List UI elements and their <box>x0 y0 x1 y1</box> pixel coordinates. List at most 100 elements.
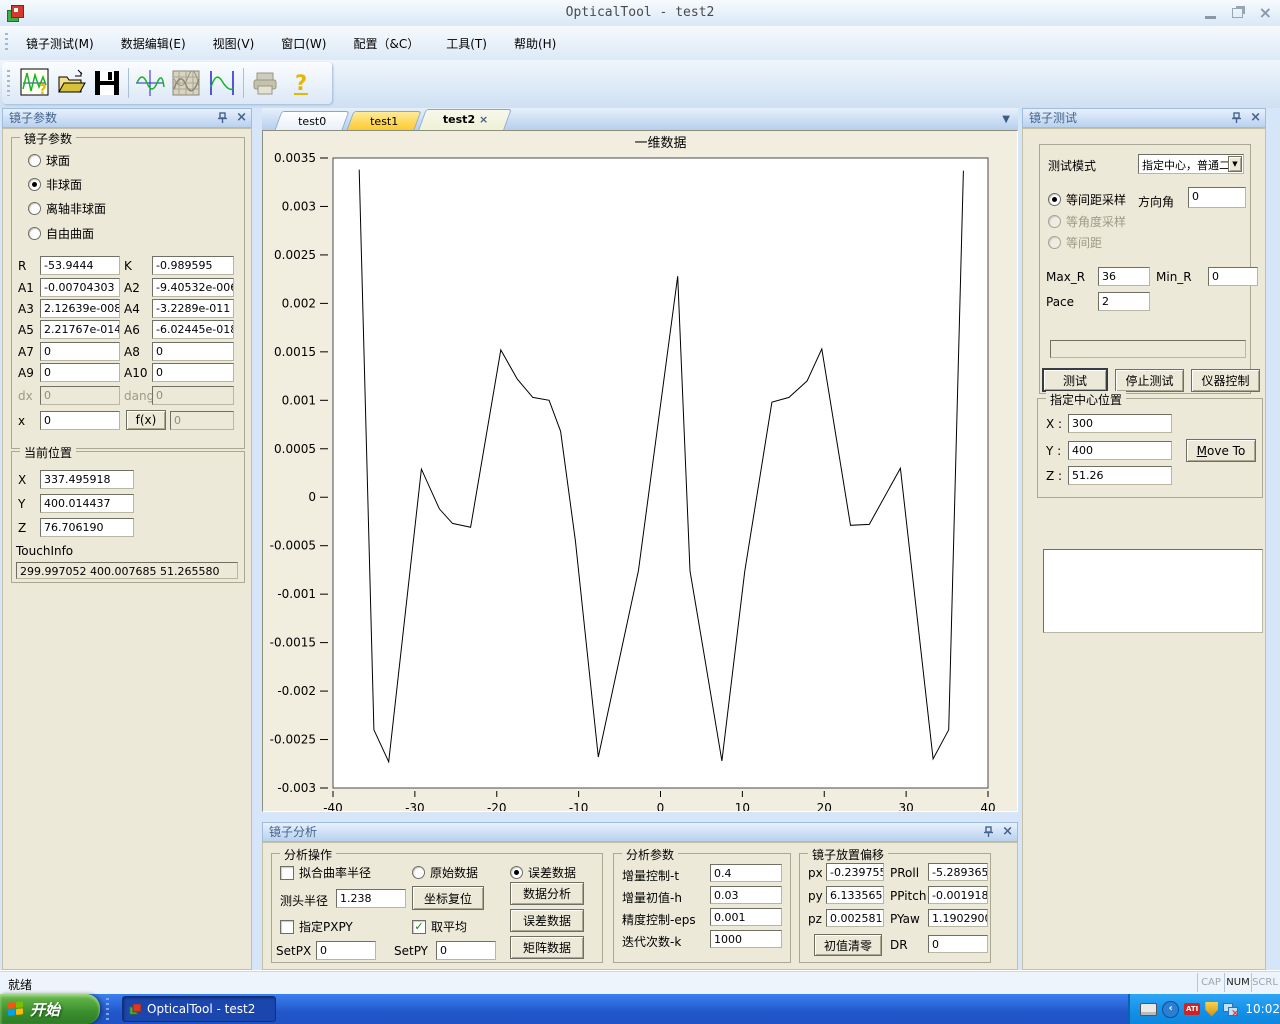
pyaw-field[interactable]: 1.19029009 <box>928 909 988 927</box>
matrix-data-button[interactable]: 矩阵数据 <box>510 936 584 959</box>
taskbar-grip[interactable] <box>106 998 109 1020</box>
param-field-A7[interactable]: 0 <box>40 342 120 361</box>
pace-field[interactable]: 2 <box>1098 292 1150 311</box>
param-field-A5[interactable]: 2.21767e-014 <box>40 320 120 339</box>
restore-button[interactable] <box>1232 8 1243 18</box>
menu-help[interactable]: 帮助(H) <box>503 32 567 55</box>
menu-view[interactable]: 视图(V) <box>202 32 266 55</box>
security-shield-icon[interactable] <box>1205 1002 1218 1017</box>
menu-config[interactable]: 配置（&C） <box>342 32 430 55</box>
sine-view-button[interactable] <box>204 65 240 101</box>
keyboard-icon[interactable] <box>1140 1003 1157 1016</box>
param-field-A4[interactable]: -3.2289e-011 <box>152 299 234 318</box>
menu-mirror-test[interactable]: 镜子测试(M) <box>15 32 105 55</box>
param-field-A9[interactable]: 0 <box>40 363 120 382</box>
param-field-A1[interactable]: -0.00704303 <box>40 278 120 297</box>
max-r-field[interactable]: 36 <box>1098 267 1150 286</box>
pos-y-field[interactable]: 400.014437 <box>40 494 134 513</box>
param-field-A6[interactable]: -6.02445e-018 <box>152 320 234 339</box>
py-field[interactable]: 6.13356501 <box>826 886 884 904</box>
raw-data-radio[interactable]: 原始数据 <box>412 864 478 881</box>
param-field-A2[interactable]: -9.40532e-006 <box>152 278 234 297</box>
stop-test-button[interactable]: 停止测试 <box>1115 369 1184 392</box>
menu-window[interactable]: 窗口(W) <box>270 32 337 55</box>
param-h-field[interactable]: 0.03 <box>710 886 782 904</box>
radio-offaxis-asphere[interactable]: 离轴非球面 <box>28 200 106 217</box>
equidistant-sampling-radio[interactable]: 等间距采样 <box>1048 191 1126 208</box>
average-checkbox[interactable]: ✓取平均 <box>412 918 467 935</box>
setpy-field[interactable]: 0 <box>436 941 496 960</box>
radio-asphere[interactable]: 非球面 <box>28 176 82 193</box>
param-eps-field[interactable]: 0.001 <box>710 908 782 926</box>
set-pxpy-checkbox[interactable]: 指定PXPY <box>280 918 353 935</box>
close-button[interactable]: × <box>1259 5 1272 21</box>
center-y-field[interactable]: 400 <box>1068 441 1172 460</box>
help-button[interactable]: ? <box>283 65 319 101</box>
test-button[interactable]: 测试 <box>1042 368 1108 392</box>
left-panel-header[interactable]: 镜子参数 × <box>2 108 252 128</box>
min-r-field[interactable]: 0 <box>1208 267 1258 286</box>
menu-tools[interactable]: 工具(T) <box>435 32 498 55</box>
close-panel-icon[interactable]: × <box>236 111 247 124</box>
toolbar-grip[interactable] <box>7 70 10 95</box>
axes-plot-button[interactable] <box>132 65 168 101</box>
param-t-field[interactable]: 0.4 <box>710 864 782 882</box>
x-input[interactable]: 0 <box>40 411 120 430</box>
center-z-field[interactable]: 51.26 <box>1068 466 1172 485</box>
pos-x-field[interactable]: 337.495918 <box>40 470 134 489</box>
message-listbox[interactable] <box>1043 549 1263 633</box>
param-field-A10[interactable]: 0 <box>152 363 234 382</box>
data-analysis-button[interactable]: 数据分析 <box>510 882 584 905</box>
param-field-R[interactable]: -53.9444 <box>40 256 120 275</box>
line-chart[interactable]: 一维数据0.00350.0030.00250.0020.00150.0010.0… <box>263 131 1017 811</box>
print-button[interactable] <box>247 65 283 101</box>
coord-reset-button[interactable]: 坐标复位 <box>412 886 484 910</box>
close-panel-icon[interactable]: × <box>1250 111 1261 124</box>
save-button[interactable] <box>89 65 125 101</box>
param-k-field[interactable]: 1000 <box>710 930 782 948</box>
probe-radius-field[interactable]: 1.238 <box>336 889 406 908</box>
param-field-K[interactable]: -0.989595 <box>152 256 234 275</box>
setpx-field[interactable]: 0 <box>316 941 376 960</box>
tab-list-dropdown-icon[interactable]: ▼ <box>1002 114 1010 125</box>
task-button-opticaltool[interactable]: OpticalTool - test2 <box>122 996 276 1022</box>
minimize-button[interactable] <box>1205 16 1216 19</box>
ati-tray-icon[interactable]: ATI <box>1184 1003 1200 1015</box>
tab-test1[interactable]: test1 <box>347 111 422 130</box>
radio-freeform[interactable]: 自由曲面 <box>28 225 94 242</box>
new-chart-button[interactable]: ? <box>17 65 53 101</box>
pos-z-field[interactable]: 76.706190 <box>40 518 134 537</box>
dropdown-arrow-icon[interactable]: ▼ <box>1228 156 1242 172</box>
proll-field[interactable]: -5.2893659 <box>928 863 988 881</box>
analysis-panel-header[interactable]: 镜子分析 × <box>262 822 1018 842</box>
param-field-A8[interactable]: 0 <box>152 342 234 361</box>
direction-angle-field[interactable]: 0 <box>1188 187 1246 208</box>
language-bar-icon[interactable]: ‹ <box>1162 1001 1178 1018</box>
close-panel-icon[interactable]: × <box>1002 825 1013 838</box>
network-error-icon[interactable]: × <box>1223 1003 1237 1016</box>
fit-radius-checkbox[interactable]: 拟合曲率半径 <box>280 864 371 881</box>
instrument-control-button[interactable]: 仪器控制 <box>1191 369 1260 392</box>
grid-chart-button[interactable] <box>168 65 204 101</box>
error-data-radio[interactable]: 误差数据 <box>510 864 576 881</box>
dr-field[interactable]: 0 <box>928 935 988 953</box>
menu-grip[interactable] <box>5 33 8 53</box>
center-x-field[interactable]: 300 <box>1068 414 1172 433</box>
tab-test0[interactable]: test0 <box>275 111 350 130</box>
right-panel-header[interactable]: 镜子测试 × <box>1022 108 1266 128</box>
menu-data-edit[interactable]: 数据编辑(E) <box>110 32 197 55</box>
pz-field[interactable]: 0.00258109 <box>826 909 884 927</box>
open-file-button[interactable] <box>53 65 89 101</box>
error-data-button[interactable]: 误差数据 <box>510 909 584 932</box>
start-button[interactable]: 开始 <box>0 994 100 1024</box>
tab-close-icon[interactable]: × <box>479 113 488 126</box>
ppitch-field[interactable]: -0.00191800 <box>928 886 988 904</box>
px-field[interactable]: -0.2397554 <box>826 863 884 881</box>
move-to-button[interactable]: Move To <box>1186 439 1256 462</box>
pin-icon[interactable] <box>1231 112 1242 123</box>
fx-button[interactable]: f(x) <box>126 410 166 430</box>
clear-initial-button[interactable]: 初值清零 <box>814 934 882 956</box>
pin-icon[interactable] <box>217 112 228 123</box>
radio-sphere[interactable]: 球面 <box>28 152 70 169</box>
param-field-A3[interactable]: 2.12639e-008 <box>40 299 120 318</box>
